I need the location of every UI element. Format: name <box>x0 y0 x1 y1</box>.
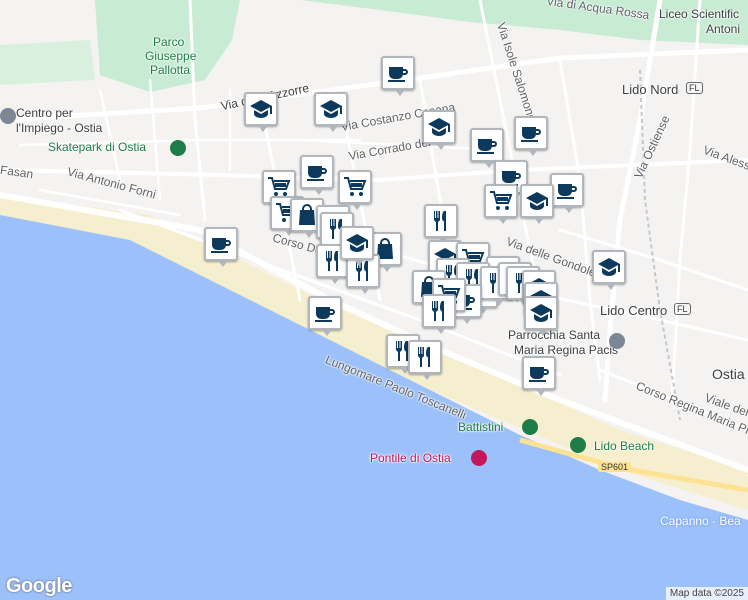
landmark-icon <box>471 450 487 466</box>
briefcase-icon <box>0 108 16 124</box>
place-label-skatepark: Skatepark di Ostia <box>48 140 147 154</box>
cafe-marker[interactable] <box>308 296 342 336</box>
school-icon <box>346 234 368 252</box>
cafe-marker[interactable] <box>204 227 238 267</box>
cafe-icon <box>521 127 541 142</box>
church-icon <box>609 333 625 349</box>
park-label-line1: Parco <box>153 35 185 49</box>
map-attribution[interactable]: Map data ©2025 <box>665 587 748 600</box>
cafe-icon <box>307 166 327 181</box>
shop-icon <box>344 177 367 196</box>
restaurant-marker[interactable] <box>422 294 456 334</box>
restaurant-icon <box>434 211 446 231</box>
shop-icon <box>490 191 513 210</box>
google-logo: Google <box>6 575 72 597</box>
place-label-lido-beach: Lido Beach <box>594 439 655 453</box>
cafe-icon <box>557 184 577 199</box>
school-marker[interactable] <box>422 110 456 150</box>
place-label-liceo: Liceo Scientific <box>659 7 740 21</box>
cafe-marker[interactable] <box>470 128 504 168</box>
restaurant-marker[interactable] <box>408 340 442 380</box>
place-label-antonio: Antoni <box>706 22 741 36</box>
place-label-capanno: Capanno - Bea <box>660 514 741 528</box>
restaurant-icon <box>418 347 430 367</box>
cafe-icon <box>477 139 497 154</box>
park-label-line3: Pallotta <box>150 63 191 77</box>
shop-marker[interactable] <box>338 170 372 210</box>
train-badge-lido-nord: FL <box>686 82 703 94</box>
place-label-centro-line1: Centro per <box>16 106 73 120</box>
park-west <box>0 40 95 85</box>
road-badge-sp601: SP601 <box>598 462 632 472</box>
place-label-parrocchia-line2: Maria Regina Pacis <box>514 343 619 357</box>
cafe-icon <box>211 238 231 253</box>
beach-icon <box>522 419 538 435</box>
skatepark-icon <box>170 140 186 156</box>
restaurant-marker[interactable] <box>424 204 458 244</box>
shop-marker[interactable] <box>484 184 518 224</box>
place-label-ostia: Ostia <box>712 366 745 382</box>
school-marker[interactable] <box>314 92 348 132</box>
cafe-icon <box>529 367 549 382</box>
place-label-centro-line2: l'Impiego - Ostia <box>16 121 103 135</box>
place-label-pontile: Pontile di Ostia <box>370 451 451 465</box>
school-marker[interactable] <box>520 184 554 224</box>
school-marker[interactable] <box>340 226 374 266</box>
place-label-parrocchia-line1: Parrocchia Santa <box>508 328 601 342</box>
cafe-marker[interactable] <box>514 116 548 156</box>
school-marker[interactable] <box>592 250 626 290</box>
beach-club-icon <box>570 437 586 453</box>
cafe-marker[interactable] <box>522 356 556 396</box>
cafe-icon <box>388 67 408 82</box>
school-marker[interactable] <box>244 92 278 132</box>
cafe-marker[interactable] <box>381 56 415 96</box>
school-icon <box>598 258 620 276</box>
place-label-battistini: Battistini <box>458 420 504 434</box>
school-icon <box>530 304 552 322</box>
park-label-line2: Giuseppe <box>145 49 197 63</box>
station-label-lido-nord: Lido Nord <box>622 82 679 97</box>
train-badge-lido-centro: FL <box>674 303 691 315</box>
school-icon <box>250 100 272 118</box>
school-icon <box>320 100 342 118</box>
school-icon <box>526 192 548 210</box>
cafe-marker[interactable] <box>550 173 584 213</box>
school-marker[interactable] <box>524 296 558 336</box>
restaurant-icon <box>432 301 444 321</box>
station-label-lido-centro: Lido Centro <box>600 303 668 318</box>
cafe-marker[interactable] <box>300 155 334 195</box>
cafe-icon <box>315 307 335 322</box>
school-icon <box>428 118 450 136</box>
